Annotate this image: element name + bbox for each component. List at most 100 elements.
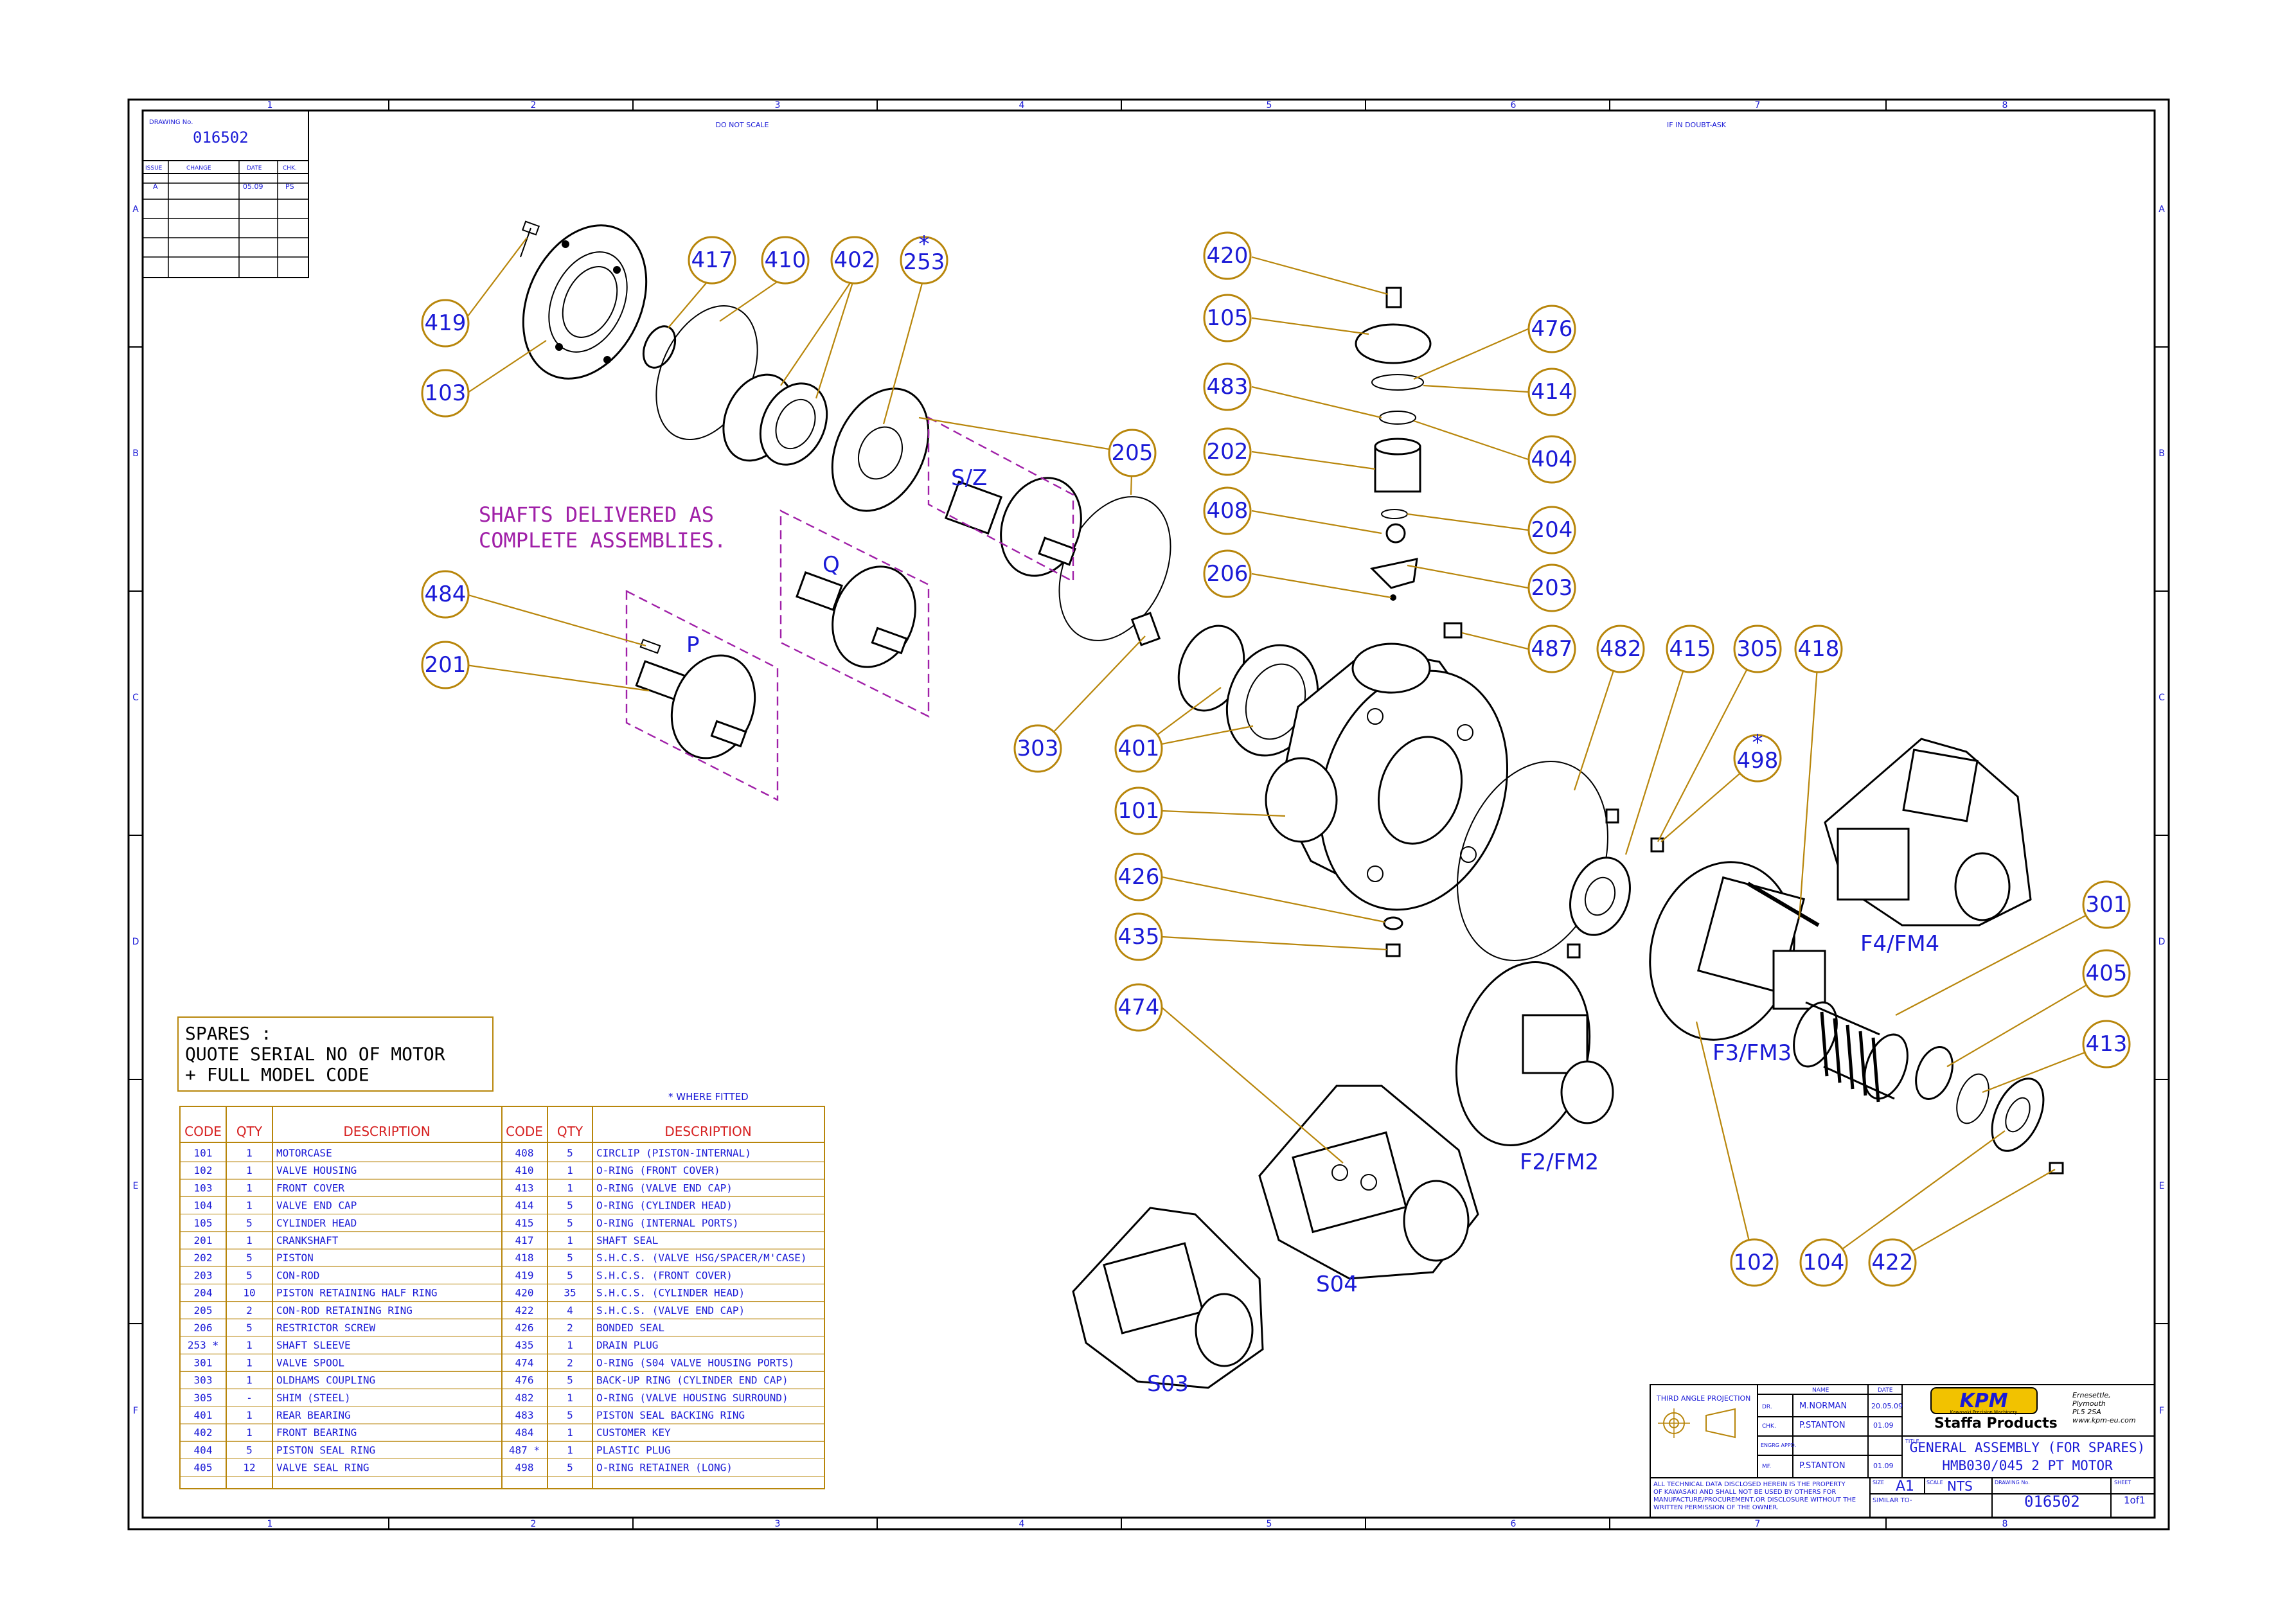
svg-text:482: 482 [1600,636,1642,662]
do-not-scale-note: DO NOT SCALE [716,121,769,129]
zone-col-7-top: 7 [1755,100,1761,111]
table-cell: PISTON [276,1252,314,1264]
balloon-305: 305 [1733,625,1782,673]
zone-row-e-right: E [2159,1181,2165,1191]
svg-text:476: 476 [1531,316,1573,342]
table-cell: 1 [246,1182,253,1194]
zone-row-f-right: F [2159,1406,2164,1416]
balloon-202: 202 [1203,427,1252,476]
zone-col-3-bottom: 3 [775,1519,781,1529]
revision-block: DRAWING No. 016502 ISSUE CHANGE DATE CHK… [142,110,309,278]
zone-row-a-right: A [2158,204,2165,215]
svg-text:414: 414 [1531,379,1573,405]
table-cell: 5 [567,1200,573,1212]
table-cell: 206 [194,1322,213,1334]
table-cell: 1 [246,1164,253,1176]
balloon-474: 474 [1114,983,1163,1032]
tb-engrg-label: ENGRG APPD. [1761,1442,1796,1448]
svg-text:202: 202 [1207,439,1249,465]
rev-chk-a: PS [285,182,294,191]
balloon-422: 422 [1868,1238,1917,1287]
tb-mfg-label: MF. [1762,1464,1771,1470]
table-cell: 5 [567,1409,573,1421]
svg-text:419: 419 [425,310,467,336]
table-cell: 104 [194,1200,213,1212]
zone-col-2-top: 2 [531,100,537,111]
table-cell: S.H.C.S. (FRONT COVER) [596,1269,733,1281]
table-cell: PISTON SEAL RING [276,1444,375,1456]
title-block: THIRD ANGLE PROJECTION NAME DATE DR. M.N… [1650,1384,2155,1518]
table-cell: 1 [246,1374,253,1387]
zone-row-c-left: C [132,693,139,703]
table-cell: O-RING (S04 VALVE HOUSING PORTS) [596,1356,794,1369]
table-cell: 410 [515,1164,534,1176]
zone-col-3-top: 3 [775,100,781,111]
table-cell: 426 [515,1322,534,1334]
table-header-qty: QTY [236,1124,263,1139]
svg-text:402: 402 [834,247,876,273]
zone-row-d-right: D [2158,937,2166,947]
table-cell: VALVE END CAP [276,1200,357,1212]
table-cell: REAR BEARING [276,1409,351,1421]
retainer-415-part-a [1605,808,1619,824]
housing-label-s04: S04 [1316,1272,1358,1297]
table-cell: 102 [194,1164,213,1176]
tb-scale-label: SCALE [1927,1480,1943,1486]
disclaimer-line3: MANUFACTURE/PROCUREMENT,OR DISCLOSURE WI… [1653,1496,1856,1503]
balloon-204: 204 [1527,506,1576,554]
housing-label-f4: F4/FM4 [1860,931,1939,957]
svg-text:420: 420 [1207,243,1249,269]
balloon-103: 103 [421,369,470,418]
balloon-203: 203 [1527,563,1576,612]
balloon-413: 413 [2082,1020,2131,1069]
table-cell: O-RING (VALVE END CAP) [596,1182,733,1194]
table-cell: 474 [515,1356,534,1369]
table-cell: 413 [515,1182,534,1194]
kpm-logo: KPM Kawasaki Precision Machinery [1930,1387,2038,1415]
balloon-415: 415 [1666,625,1714,673]
logo-subtext: Kawasaki Precision Machinery [1950,1410,2018,1415]
zone-row-f-left: F [133,1406,138,1416]
table-cell: 105 [194,1217,213,1229]
table-cell: 476 [515,1374,534,1387]
balloon-476: 476 [1527,305,1576,353]
tb-drawing-no: 016502 [2024,1493,2080,1511]
svg-text:426: 426 [1118,864,1160,890]
zone-col-5-top: 5 [1267,100,1272,111]
svg-text:484: 484 [425,581,467,607]
table-cell: 415 [515,1217,534,1229]
seal-417-part [642,325,677,369]
zone-row-c-right: C [2158,693,2165,703]
svg-text:418: 418 [1798,636,1840,662]
table-cell: OLDHAMS COUPLING [276,1374,375,1387]
balloon-404: 404 [1527,435,1576,484]
rev-issue-a: A [153,182,158,191]
table-cell: 5 [567,1374,573,1387]
spares-note: SPARES : QUOTE SERIAL NO OF MOTOR + FULL… [177,1016,494,1092]
table-cell: 435 [515,1339,534,1351]
table-cell: 419 [515,1269,534,1281]
disclaimer-line1: ALL TECHNICAL DATA DISCLOSED HEREIN IS T… [1653,1481,1846,1488]
coupling-303-part [1130,612,1161,646]
disclaimer-line2: OF KAWASAKI AND SHALL NOT BE USED BY OTH… [1653,1489,1836,1496]
table-cell: 483 [515,1409,534,1421]
valve-housing-f3-part [1649,861,1826,1041]
zone-row-b-right: B [2158,448,2165,459]
table-cell: SHIM (STEEL) [276,1392,351,1404]
table-cell: 12 [243,1462,255,1474]
tb-mfg-date: 01.09 [1873,1462,1894,1470]
table-cell: O-RING RETAINER (LONG) [596,1462,733,1474]
table-cell: 1 [246,1356,253,1369]
table-header-description-2: DESCRIPTION [664,1124,751,1139]
svg-text:103: 103 [425,380,467,406]
balloon-419: 419 [421,299,470,348]
zone-row-d-left: D [132,937,139,947]
projection-symbol [1658,1408,1736,1439]
balloon-253-asterisk: * [919,231,930,257]
svg-text:205: 205 [1112,440,1153,466]
table-cell: 10 [243,1287,255,1299]
table-cell: 2 [567,1356,573,1369]
table-cell: 303 [194,1374,213,1387]
balloon-420: 420 [1203,231,1252,280]
tb-size: A1 [1896,1478,1914,1494]
